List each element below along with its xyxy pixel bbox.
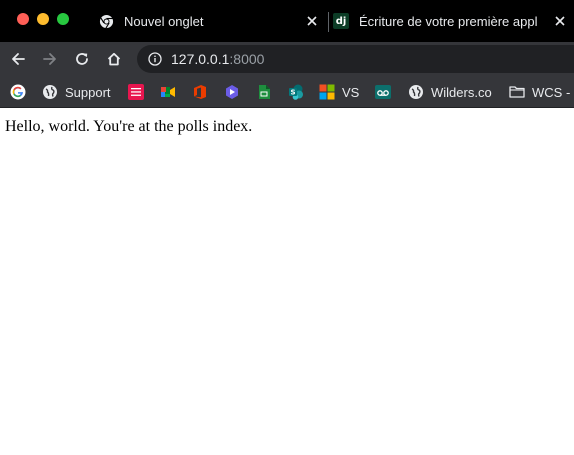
bookmark-folder-wcs[interactable]: WCS -: [509, 81, 570, 103]
meet-icon: [160, 84, 176, 100]
bookmark-app-pink[interactable]: [128, 81, 144, 103]
arrow-right-icon: [43, 53, 56, 65]
bookmark-google[interactable]: [10, 81, 26, 103]
bookmark-label: Support: [65, 84, 111, 100]
tab-title: Écriture de votre première appl: [359, 13, 538, 29]
azure-devops-icon: [224, 84, 240, 100]
arrow-left-icon: [12, 53, 25, 65]
django-icon: dj: [333, 13, 349, 29]
microsoft-icon: [319, 84, 335, 100]
reload-button[interactable]: [70, 47, 94, 71]
home-icon: [107, 52, 121, 66]
voicemail-icon: [375, 84, 391, 100]
bookmark-sheets[interactable]: [256, 81, 272, 103]
close-window-button[interactable]: [17, 13, 29, 25]
tab-separator: [328, 12, 329, 32]
globe-icon: [408, 84, 424, 100]
folder-icon: [509, 84, 525, 100]
bookmarks-bar: Support S VS Wilders.co WCS -: [0, 76, 574, 108]
globe-icon: [42, 84, 58, 100]
url-port: :8000: [229, 51, 265, 67]
bookmark-label: WCS -: [532, 84, 571, 100]
page-content: Hello, world. You're at the polls index.: [0, 109, 574, 455]
toolbar: 127.0.0.1:8000: [0, 42, 574, 76]
bookmark-wilders[interactable]: Wilders.co: [408, 81, 492, 103]
back-button[interactable]: [6, 47, 30, 71]
office-icon: [192, 84, 208, 100]
sharepoint-icon: S: [288, 84, 304, 100]
home-button[interactable]: [102, 47, 126, 71]
info-icon[interactable]: [147, 51, 163, 67]
address-bar[interactable]: 127.0.0.1:8000: [137, 45, 574, 73]
bookmark-sharepoint[interactable]: S: [288, 81, 304, 103]
url-text[interactable]: 127.0.0.1:8000: [171, 51, 264, 67]
tab-new-tab[interactable]: Nouvel onglet: [98, 0, 326, 42]
bookmark-voicemail[interactable]: [375, 81, 391, 103]
tab-django-tutorial[interactable]: dj Écriture de votre première appl: [333, 0, 574, 42]
google-icon: [10, 84, 26, 100]
bookmark-label: Wilders.co: [431, 84, 492, 100]
close-tab-icon[interactable]: [304, 13, 320, 29]
svg-text:S: S: [290, 89, 295, 97]
reload-icon: [76, 53, 88, 65]
app-icon-pink: [128, 84, 144, 100]
zoom-window-button[interactable]: [57, 13, 69, 25]
minimize-window-button[interactable]: [37, 13, 49, 25]
tab-title: Nouvel onglet: [124, 13, 204, 29]
bookmark-office[interactable]: [192, 81, 208, 103]
bookmark-vs[interactable]: VS: [319, 81, 359, 103]
tab-bar: Nouvel onglet dj Écriture de votre premi…: [0, 0, 574, 42]
bookmark-azure-devops[interactable]: [224, 81, 240, 103]
bookmark-support[interactable]: Support: [42, 81, 111, 103]
sheets-icon: [256, 84, 272, 100]
close-tab-icon[interactable]: [552, 13, 568, 29]
bookmark-label: VS: [342, 84, 360, 100]
bookmark-meet[interactable]: [160, 81, 176, 103]
url-host: 127.0.0.1: [171, 51, 230, 67]
page-body-text: Hello, world. You're at the polls index.: [5, 118, 253, 135]
chrome-icon: [98, 13, 114, 29]
forward-button[interactable]: [38, 47, 62, 71]
